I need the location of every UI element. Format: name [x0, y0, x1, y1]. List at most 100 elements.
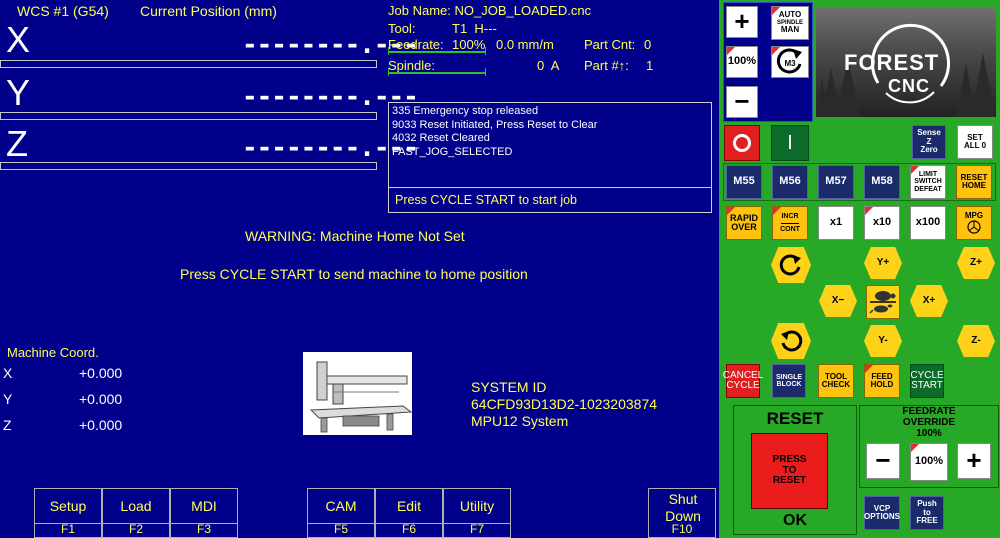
push-to-free-button[interactable]: Push to FREE — [910, 496, 944, 530]
feedrate-minus-button[interactable]: − — [866, 443, 900, 479]
btn-line: OVER — [731, 222, 757, 232]
utility-button[interactable]: Utility F7 — [443, 488, 511, 538]
x1-button[interactable]: x1 — [818, 206, 854, 240]
rapid-over-button[interactable]: RAPID OVER — [726, 206, 762, 240]
m55-button[interactable]: M55 — [726, 165, 762, 199]
edit-button[interactable]: Edit F6 — [375, 488, 443, 538]
handwheel-icon — [967, 220, 981, 234]
spindle-plus-button[interactable]: + — [726, 6, 758, 38]
job-name-label: Job Name: — [388, 3, 451, 18]
dro-y-letter: Y — [6, 72, 31, 113]
dro-z-letter: Z — [6, 123, 28, 164]
cycle-start-button[interactable]: CYCLE START — [910, 364, 944, 398]
btn-line: MPG — [964, 210, 984, 220]
y-minus-button[interactable]: Y- — [864, 325, 902, 357]
btn-line: FREE — [916, 516, 938, 526]
fkey-label: CAM — [325, 498, 357, 514]
start-job-prompt: Press CYCLE START to start job — [395, 193, 578, 207]
set-all-zero-button[interactable]: SET ALL 0 — [957, 125, 993, 159]
btn-line: MAN — [780, 25, 800, 35]
z-plus-button[interactable]: Z+ — [957, 247, 995, 279]
x100-button[interactable]: x100 — [910, 206, 946, 240]
setup-button[interactable]: Setup F1 — [34, 488, 102, 538]
machine-y-axis: Y — [3, 391, 13, 407]
fkey-number: F1 — [60, 522, 75, 536]
z-minus-button[interactable]: Z- — [957, 325, 995, 357]
rotate-ccw-jog-button[interactable] — [771, 323, 811, 359]
btn-line: AUTO — [778, 10, 802, 20]
incr-cont-button[interactable]: INCR CONT — [772, 206, 808, 240]
job-name: NO_JOB_LOADED.cnc — [454, 3, 592, 18]
machine-x-axis: X — [3, 365, 13, 381]
sense-z-zero-button[interactable]: Sense Z Zero — [912, 125, 946, 159]
feedrate-slider[interactable] — [388, 45, 486, 55]
press-to-reset-button[interactable]: PRESS TO RESET — [751, 433, 828, 509]
turtle-rabbit-icon — [869, 291, 896, 314]
x-plus-button[interactable]: X+ — [910, 285, 948, 317]
fkey-label: Load — [120, 498, 152, 514]
x10-button[interactable]: x10 — [864, 206, 900, 240]
system-model: MPU12 System — [471, 413, 569, 429]
power-off-button[interactable] — [724, 125, 760, 161]
single-block-button[interactable]: SINGLE BLOCK — [772, 364, 806, 398]
rotate-ccw-icon — [781, 330, 803, 352]
power-on-button[interactable]: I — [771, 125, 809, 161]
logo-text-forest: FOREST — [844, 50, 940, 75]
part-cnt-label: Part Cnt: — [584, 37, 636, 52]
load-button[interactable]: Load F2 — [102, 488, 170, 538]
spindle-override-button[interactable]: 100% — [726, 46, 758, 78]
m56-button[interactable]: M56 — [772, 165, 808, 199]
tool-label: Tool: — [388, 21, 416, 36]
fkey-label: MDI — [191, 498, 217, 514]
fkey-label: Setup — [49, 498, 87, 514]
feedrate-override-pct: 100% — [916, 428, 942, 439]
current-position-label: Current Position (mm) — [140, 3, 277, 19]
m57-button[interactable]: M57 — [818, 165, 854, 199]
feed-hold-button[interactable]: FEED HOLD — [864, 364, 900, 398]
shutdown-button[interactable]: Shut Down F10 — [648, 488, 716, 538]
fkey-label: Edit — [396, 498, 422, 514]
mdi-button[interactable]: MDI F3 — [170, 488, 238, 538]
message-line: FAST_JOG_SELECTED — [392, 145, 513, 158]
spindle-m3-button[interactable]: M3 — [771, 46, 809, 78]
fkey-number: F2 — [128, 522, 143, 536]
machine-illustration — [303, 352, 413, 435]
y-plus-button[interactable]: Y+ — [864, 247, 902, 279]
fkey-label: Utility — [459, 498, 495, 514]
job-name-row: Job Name: NO_JOB_LOADED.cnc — [388, 3, 591, 18]
m58-button[interactable]: M58 — [864, 165, 900, 199]
btn-line: START — [911, 380, 943, 391]
spindle-slider[interactable] — [388, 66, 486, 76]
machine-coord-title: Machine Coord. — [7, 345, 99, 360]
jog-speed-toggle[interactable] — [866, 285, 900, 319]
cam-button[interactable]: CAM F5 — [307, 488, 375, 538]
btn-line: BLOCK — [776, 381, 802, 388]
spindle-value: 0 A — [537, 58, 560, 73]
vcp-options-button[interactable]: VCP OPTIONS — [864, 496, 900, 530]
btn-line: DEFEAT — [914, 185, 942, 193]
spindle-minus-button[interactable]: − — [726, 86, 758, 118]
dro-z-bar — [0, 162, 377, 170]
btn-line: ALL 0 — [963, 141, 987, 150]
part-num-value: 1 — [646, 58, 654, 73]
machine-z-axis: Z — [3, 417, 12, 433]
limit-switch-defeat-button[interactable]: LIMIT SWITCH DEFEAT — [910, 165, 946, 199]
forest-cnc-logo: FOREST CNC — [816, 8, 996, 117]
auto-spindle-button[interactable]: AUTO SPINDLE MAN — [771, 6, 809, 40]
tool-check-button[interactable]: TOOL CHECK — [818, 364, 854, 398]
fkey-number: F6 — [401, 522, 416, 536]
message-line: 9033 Reset Initiated, Press Reset to Cle… — [392, 118, 598, 131]
cancel-cycle-button[interactable]: CANCEL CYCLE — [723, 364, 763, 398]
feedrate-plus-button[interactable]: + — [957, 443, 991, 479]
title-line: FEEDRATE — [902, 406, 956, 417]
reset-home-button[interactable]: RESET HOME — [956, 165, 992, 199]
title-line: OVERRIDE — [902, 417, 956, 428]
feedrate-override-value-button[interactable]: 100% — [910, 443, 948, 481]
tool-value: T1 H--- — [452, 21, 497, 36]
rotate-cw-jog-button[interactable] — [771, 247, 811, 283]
btn-line: INCR — [781, 213, 799, 224]
part-num-label: Part #↑: — [584, 58, 629, 73]
home-prompt: Press CYCLE START to send machine to hom… — [180, 266, 528, 282]
mpg-button[interactable]: MPG — [956, 206, 992, 240]
x-minus-button[interactable]: X− — [819, 285, 857, 317]
